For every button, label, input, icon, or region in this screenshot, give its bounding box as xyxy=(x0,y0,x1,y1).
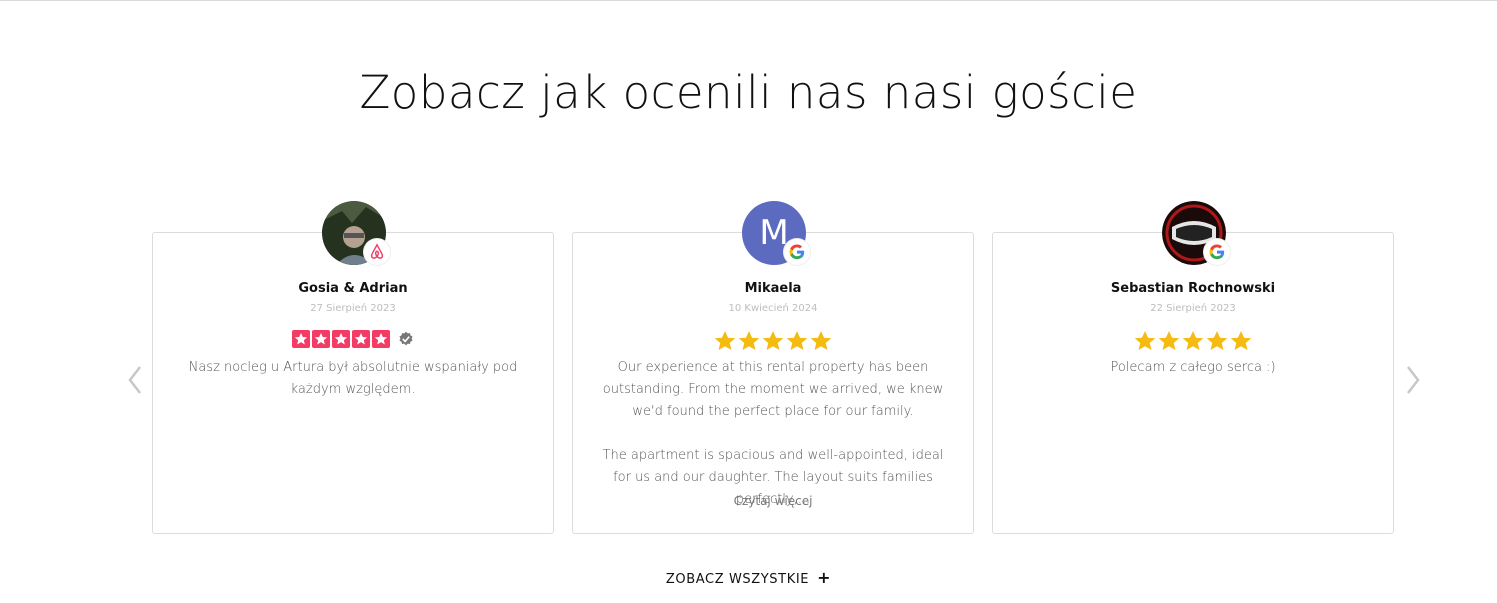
review-text: Polecam z całego serca :) xyxy=(1012,357,1374,379)
review-paragraph: Our experience at this rental property h… xyxy=(602,360,944,419)
section-title: Zobacz jak ocenili nas nasi goście xyxy=(359,66,1138,119)
star-rating xyxy=(992,330,1394,352)
star-icon xyxy=(292,330,310,348)
review-paragraph: Polecam z całego serca :) xyxy=(1110,360,1276,375)
review-date: 22 Sierpień 2023 xyxy=(1150,303,1236,314)
star-icon xyxy=(738,331,760,351)
airbnb-badge xyxy=(364,239,390,265)
google-icon xyxy=(789,244,805,260)
reviewer-name: Mikaela xyxy=(744,281,802,296)
see-all-label: ZOBACZ WSZYSTKIE xyxy=(665,572,810,587)
star-icon xyxy=(1230,331,1252,351)
star-icon xyxy=(1134,331,1156,351)
avatar: M xyxy=(742,201,810,265)
review-date: 10 Kwiecień 2024 xyxy=(728,303,818,314)
star-icon xyxy=(332,330,350,348)
read-more-link[interactable]: Czytaj więcej xyxy=(572,494,974,508)
star-icon xyxy=(810,331,832,351)
see-all-button[interactable]: ZOBACZ WSZYSTKIE + xyxy=(0,568,1497,587)
star-icon xyxy=(786,331,808,351)
review-card xyxy=(992,232,1394,534)
google-badge xyxy=(784,239,810,265)
chevron-right-icon xyxy=(1407,366,1420,394)
review-paragraph: Nasz nocleg u Artura był absolutnie wspa… xyxy=(188,360,518,397)
star-icon xyxy=(352,330,370,348)
star-icon xyxy=(372,330,390,348)
star-icon xyxy=(1206,331,1228,351)
reviewer-name: Sebastian Rochnowski xyxy=(1110,281,1276,296)
reviewer-name: Gosia & Adrian xyxy=(298,281,408,296)
star-icon xyxy=(312,330,330,348)
review-text: Our experience at this rental property h… xyxy=(592,357,954,511)
star-icon xyxy=(762,331,784,351)
star-icon xyxy=(714,331,736,351)
star-rating xyxy=(152,330,554,348)
plus-icon: + xyxy=(817,568,832,587)
star-icon xyxy=(1158,331,1180,351)
top-divider xyxy=(0,0,1497,1)
star-rating xyxy=(572,330,974,352)
star-icon xyxy=(1182,331,1204,351)
carousel-prev-button[interactable] xyxy=(120,362,150,398)
google-icon xyxy=(1209,244,1225,260)
verified-icon xyxy=(399,331,413,346)
carousel-next-button[interactable] xyxy=(1398,362,1428,398)
airbnb-icon xyxy=(370,243,384,259)
google-badge xyxy=(1204,239,1230,265)
review-date: 27 Sierpień 2023 xyxy=(310,303,396,314)
review-text: Nasz nocleg u Artura był absolutnie wspa… xyxy=(172,357,534,401)
avatar xyxy=(1162,201,1230,265)
avatar xyxy=(322,201,390,265)
chevron-left-icon xyxy=(128,366,141,394)
